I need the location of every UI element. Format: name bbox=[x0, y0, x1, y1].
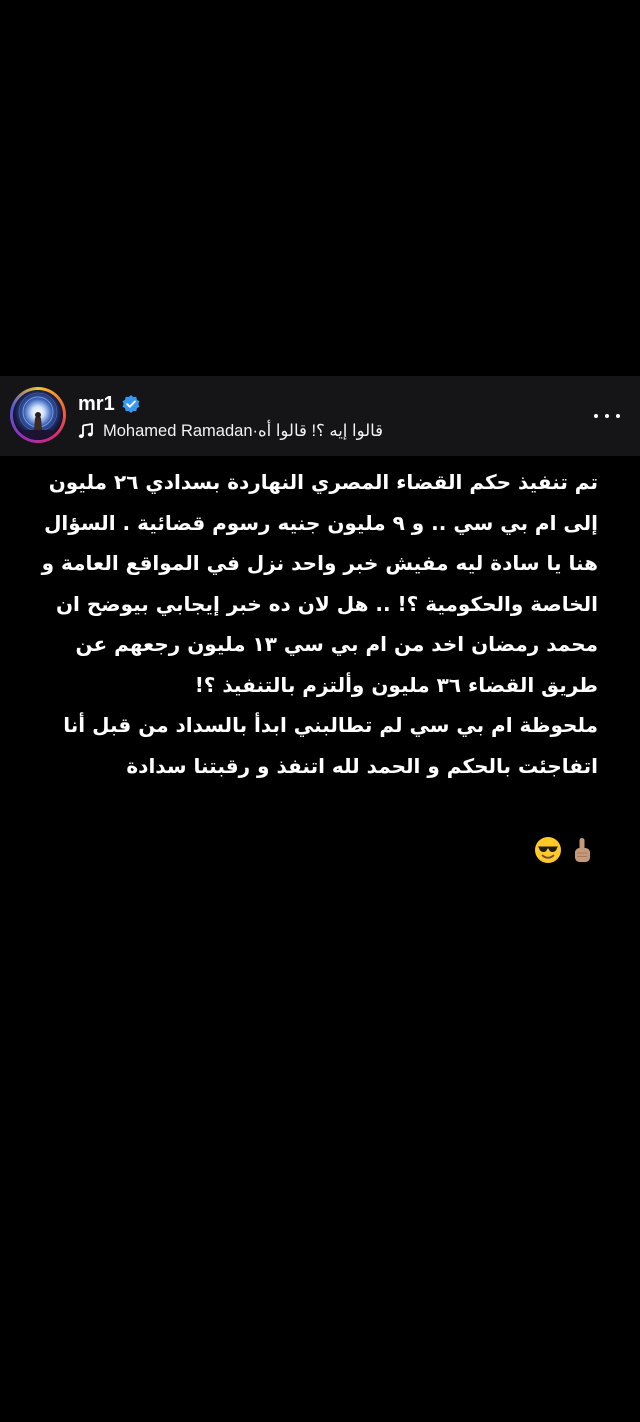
music-attribution[interactable]: Mohamed Ramadan · قالوا إيه ؟! قالوا أه bbox=[78, 420, 383, 442]
smiling-face-with-sunglasses-emoji bbox=[534, 836, 562, 864]
more-options-icon-dot bbox=[616, 414, 620, 418]
username-row: mr1 bbox=[78, 392, 141, 416]
story-ring[interactable] bbox=[10, 387, 66, 443]
more-options-icon-dot bbox=[594, 414, 598, 418]
music-note-icon bbox=[78, 423, 94, 439]
index-pointing-up-emoji bbox=[568, 836, 596, 864]
verified-badge-icon bbox=[121, 394, 141, 414]
avatar-image bbox=[13, 390, 63, 440]
music-title: قالوا إيه ؟! قالوا أه bbox=[258, 422, 384, 440]
post-paragraph-1: تم تنفيذ حكم القضاء المصري النهاردة بسدا… bbox=[34, 470, 598, 697]
post-paragraph-2: ملحوظة ام بي سي لم تطالبني ابدأ بالسداد … bbox=[56, 713, 598, 778]
more-options-button[interactable] bbox=[594, 406, 620, 426]
music-artist: Mohamed Ramadan bbox=[103, 421, 253, 440]
username[interactable]: mr1 bbox=[78, 393, 115, 416]
post-header: mr1 Mohamed Ramadan · قالوا إيه ؟! قالوا… bbox=[0, 376, 640, 456]
post-text: تم تنفيذ حكم القضاء المصري النهاردة بسدا… bbox=[36, 462, 598, 786]
more-options-icon-dot bbox=[605, 414, 609, 418]
avatar[interactable] bbox=[13, 390, 63, 440]
emoji-row bbox=[534, 836, 596, 864]
